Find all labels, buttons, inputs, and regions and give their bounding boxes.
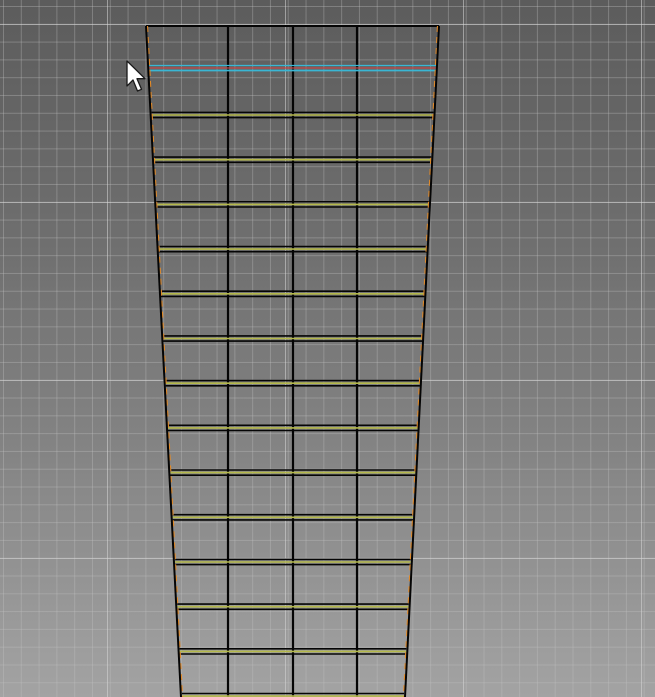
mesh-right-edge bbox=[404, 25, 440, 697]
mesh-left-edge bbox=[145, 25, 182, 697]
fret-edge-10 bbox=[172, 513, 414, 521]
fret-edge-8 bbox=[167, 424, 418, 432]
mesh-column-edges bbox=[226, 26, 359, 697]
fret-edge-7 bbox=[165, 379, 420, 387]
fret-edge-6 bbox=[163, 335, 423, 342]
3d-viewport[interactable] bbox=[0, 0, 655, 697]
mesh-right-edge-highlight bbox=[402, 25, 439, 697]
fret-edge-12 bbox=[177, 603, 409, 611]
fret-edge-5 bbox=[160, 290, 425, 298]
fret-edge-1 bbox=[151, 111, 434, 119]
fret-edge-13 bbox=[179, 647, 407, 655]
fret-edge-2 bbox=[153, 156, 432, 164]
fret-edge-3 bbox=[156, 201, 429, 208]
fret-edge-9 bbox=[170, 469, 416, 477]
fretboard-mesh[interactable] bbox=[0, 0, 655, 697]
arrow-pointer-icon bbox=[126, 60, 146, 92]
fret-edge-11 bbox=[174, 558, 411, 566]
mesh-left-edge-highlight bbox=[146, 25, 184, 697]
fret-edge-4 bbox=[158, 245, 427, 253]
